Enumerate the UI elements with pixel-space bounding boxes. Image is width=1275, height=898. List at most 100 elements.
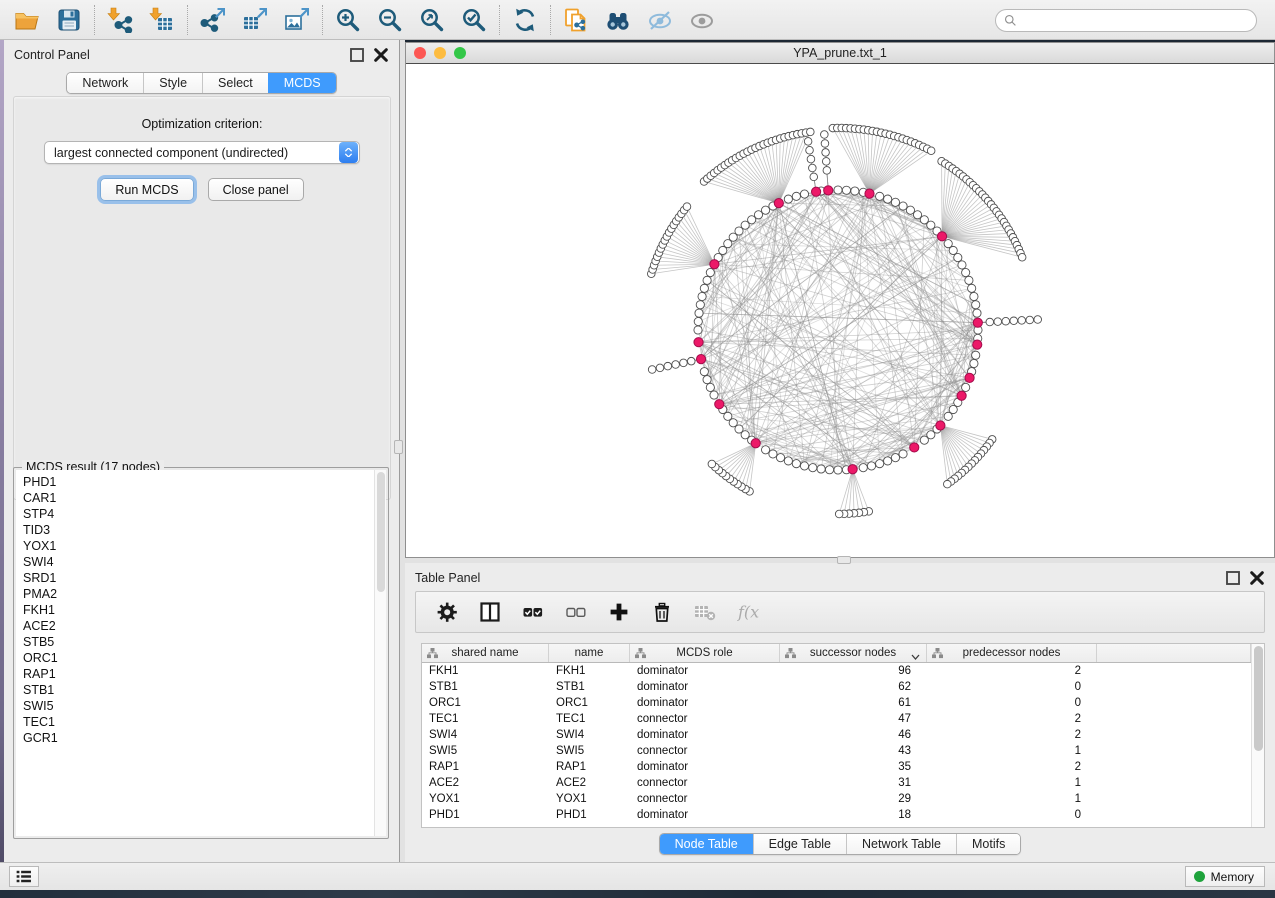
- table-row[interactable]: YOX1YOX1connector291: [422, 791, 1251, 807]
- table-row[interactable]: SWI4SWI4dominator462: [422, 727, 1251, 743]
- table-row[interactable]: PHD1PHD1dominator180: [422, 807, 1251, 823]
- delete-table-icon: [688, 596, 722, 628]
- mcds-result-item[interactable]: ORC1: [23, 650, 374, 666]
- mcds-result-list[interactable]: PHD1CAR1STP4TID3YOX1SWI4SRD1PMA2FKH1ACE2…: [16, 470, 386, 836]
- tab-select[interactable]: Select: [202, 73, 268, 93]
- mcds-list-scrollbar[interactable]: [374, 470, 386, 836]
- table-row[interactable]: STB1STB1dominator620: [422, 679, 1251, 695]
- mcds-result-item[interactable]: RAP1: [23, 666, 374, 682]
- table-cell: ACE2: [549, 775, 630, 791]
- run-mcds-button[interactable]: Run MCDS: [100, 178, 193, 201]
- tab-motifs[interactable]: Motifs: [956, 834, 1020, 854]
- table-row[interactable]: SWI5SWI5connector431: [422, 743, 1251, 759]
- sort-desc-icon: [911, 651, 920, 663]
- column-label: name: [575, 647, 604, 659]
- float-panel-icon[interactable]: [349, 47, 365, 63]
- mcds-result-item[interactable]: PMA2: [23, 586, 374, 602]
- mcds-result-item[interactable]: PHD1: [23, 474, 374, 490]
- tab-mcds[interactable]: MCDS: [268, 73, 336, 93]
- tab-network[interactable]: Network: [67, 73, 143, 93]
- search-field[interactable]: [995, 9, 1257, 32]
- criterion-value: largest connected component (undirected): [45, 146, 339, 160]
- mcds-result-item[interactable]: STB5: [23, 634, 374, 650]
- search-input[interactable]: [1017, 11, 1256, 30]
- mcds-result-item[interactable]: CAR1: [23, 490, 374, 506]
- horizontal-splitter[interactable]: [405, 558, 1275, 563]
- table-cell: SWI5: [422, 743, 549, 759]
- criterion-dropdown[interactable]: largest connected component (undirected): [44, 141, 360, 164]
- mcds-panel: Optimization criterion: largest connecte…: [13, 96, 391, 500]
- delete-column-icon[interactable]: [645, 596, 679, 628]
- export-table-icon[interactable]: [234, 3, 276, 37]
- deselect-all-icon[interactable]: [559, 596, 593, 628]
- table-header-row: shared name name MCDS rolesuccessor nodes p…: [422, 644, 1251, 663]
- column-header-MCDS-role[interactable]: MCDS role: [630, 644, 780, 662]
- task-history-button[interactable]: [9, 866, 39, 887]
- control-panel-title: Control Panel: [14, 48, 90, 62]
- save-session-icon[interactable]: [48, 3, 90, 37]
- table-cell: YOX1: [549, 791, 630, 807]
- toolbar-separator: [94, 5, 95, 35]
- table-row[interactable]: TEC1TEC1connector472: [422, 711, 1251, 727]
- hide-selected-icon[interactable]: [639, 3, 681, 37]
- tab-style[interactable]: Style: [143, 73, 202, 93]
- mcds-result-item[interactable]: FKH1: [23, 602, 374, 618]
- vertical-splitter-handle[interactable]: [394, 440, 403, 454]
- network-titlebar[interactable]: YPA_prune.txt_1: [406, 43, 1274, 64]
- mcds-result-item[interactable]: TEC1: [23, 714, 374, 730]
- add-column-icon[interactable]: [602, 596, 636, 628]
- copy-network-icon[interactable]: [555, 3, 597, 37]
- export-image-icon[interactable]: [276, 3, 318, 37]
- network-view-frame: YPA_prune.txt_1: [405, 42, 1275, 558]
- tab-network-table[interactable]: Network Table: [846, 834, 956, 854]
- table-cell: STB1: [549, 679, 630, 695]
- table-row[interactable]: RAP1RAP1dominator352: [422, 759, 1251, 775]
- mcds-result-item[interactable]: STP4: [23, 506, 374, 522]
- table-scrollbar[interactable]: [1251, 644, 1264, 827]
- split-columns-icon[interactable]: [473, 596, 507, 628]
- vertical-splitter[interactable]: [400, 40, 405, 862]
- find-icon[interactable]: [597, 3, 639, 37]
- column-header-shared-name[interactable]: shared name: [422, 644, 549, 662]
- mcds-result-item[interactable]: SRD1: [23, 570, 374, 586]
- mcds-result-item[interactable]: GCR1: [23, 730, 374, 746]
- close-table-panel-icon[interactable]: [1249, 570, 1265, 586]
- zoom-out-icon[interactable]: [369, 3, 411, 37]
- refresh-icon[interactable]: [504, 3, 546, 37]
- memory-button[interactable]: Memory: [1185, 866, 1265, 887]
- close-panel-button[interactable]: Close panel: [208, 178, 304, 201]
- table-cell: PHD1: [549, 807, 630, 823]
- column-header-name[interactable]: name: [549, 644, 630, 662]
- open-file-icon[interactable]: [6, 3, 48, 37]
- mcds-result-item[interactable]: SWI5: [23, 698, 374, 714]
- zoom-in-icon[interactable]: [327, 3, 369, 37]
- horizontal-splitter-handle[interactable]: [837, 556, 851, 564]
- mcds-result-item[interactable]: TID3: [23, 522, 374, 538]
- import-network-icon[interactable]: [99, 3, 141, 37]
- zoom-selected-icon[interactable]: [453, 3, 495, 37]
- network-canvas[interactable]: [406, 64, 1274, 557]
- mcds-result-item[interactable]: YOX1: [23, 538, 374, 554]
- import-table-icon[interactable]: [141, 3, 183, 37]
- settings-gear-icon[interactable]: [430, 596, 464, 628]
- select-all-icon[interactable]: [516, 596, 550, 628]
- mcds-result-item[interactable]: STB1: [23, 682, 374, 698]
- table-cell: ORC1: [549, 695, 630, 711]
- memory-status-icon: [1194, 871, 1205, 882]
- mcds-result-item[interactable]: SWI4: [23, 554, 374, 570]
- table-row[interactable]: FKH1FKH1dominator962: [422, 663, 1251, 679]
- export-network-icon[interactable]: [192, 3, 234, 37]
- table-cell: SWI4: [422, 727, 549, 743]
- float-table-panel-icon[interactable]: [1225, 570, 1241, 586]
- zoom-fit-icon[interactable]: [411, 3, 453, 37]
- mcds-result-item[interactable]: ACE2: [23, 618, 374, 634]
- tab-edge-table[interactable]: Edge Table: [753, 834, 846, 854]
- column-label: predecessor nodes: [963, 647, 1061, 659]
- column-header-predecessor-nodes[interactable]: predecessor nodes: [927, 644, 1097, 662]
- close-panel-icon[interactable]: [373, 47, 389, 63]
- table-row[interactable]: ACE2ACE2connector311: [422, 775, 1251, 791]
- column-header-successor-nodes[interactable]: successor nodes: [780, 644, 927, 662]
- table-row[interactable]: ORC1ORC1dominator610: [422, 695, 1251, 711]
- tab-node-table[interactable]: Node Table: [660, 834, 753, 854]
- table-cell: PHD1: [422, 807, 549, 823]
